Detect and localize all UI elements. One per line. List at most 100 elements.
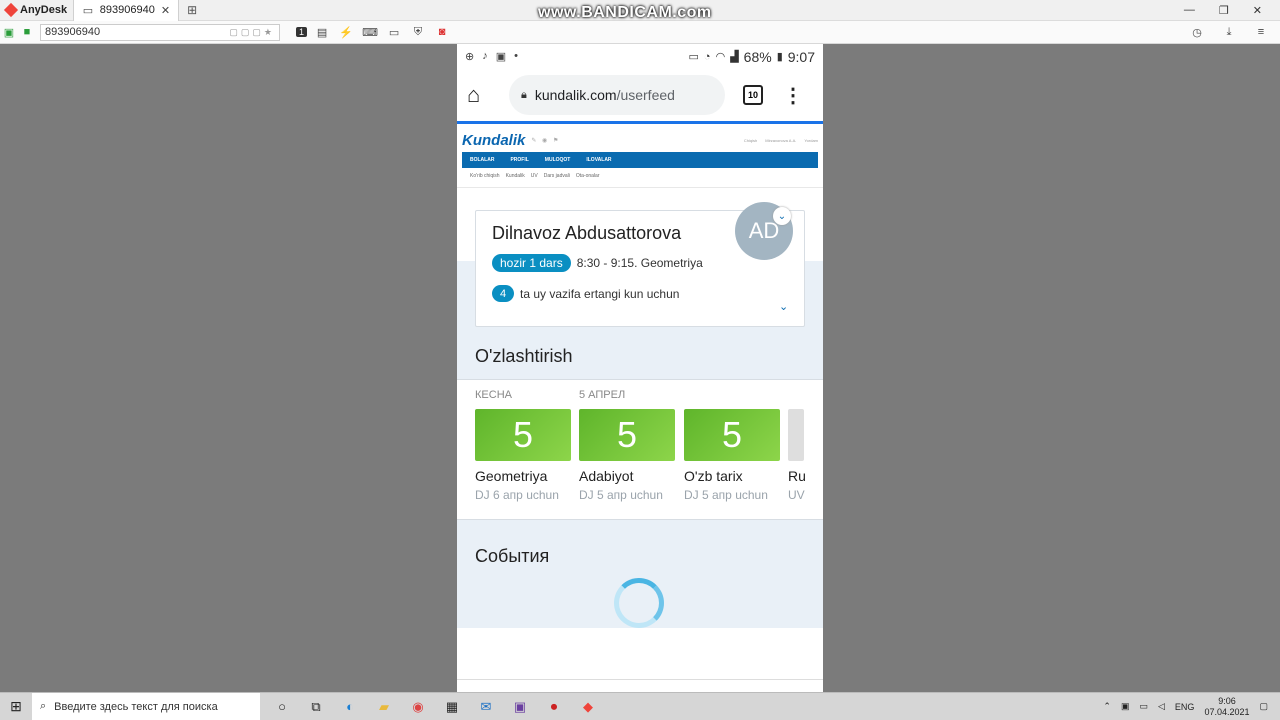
nav-profil[interactable]: PROFIL: [510, 157, 528, 163]
tray-app-icon[interactable]: ▣: [1121, 701, 1130, 712]
mail-icon[interactable]: ✉: [476, 697, 496, 717]
student-card[interactable]: Dilnavoz Abdusattorova AD ⌄ hozir 1 dars…: [475, 202, 805, 327]
monitor-icon: ▭: [82, 4, 94, 17]
search-placeholder: Введите здесь текст для поиска: [54, 700, 218, 713]
anydesk-logo-icon: [3, 2, 19, 18]
grade-tile[interactable]: 5: [684, 409, 780, 461]
subnav-homework[interactable]: UV: [531, 173, 538, 179]
grade-subject: O'zb tarix: [684, 468, 743, 484]
grade-tile[interactable]: [788, 409, 804, 461]
url-bar[interactable]: 🔒︎ kundalik.com/userfeed: [509, 75, 725, 115]
exit-link[interactable]: Chiqish: [744, 138, 757, 143]
wifi-icon: ◠: [715, 51, 726, 63]
grade-tile[interactable]: 5: [475, 409, 571, 461]
tab-switcher-button[interactable]: 10: [743, 85, 763, 105]
windows-start-icon[interactable]: ⊞: [0, 698, 32, 715]
bandicam-watermark: www.BANDICAM.com: [538, 4, 712, 21]
tiktok-icon: ♪: [482, 50, 488, 62]
connection-icon: ▣: [3, 26, 15, 39]
subnav-parents[interactable]: Ota-onalar: [576, 173, 600, 179]
task-view-icon[interactable]: ⧉: [306, 697, 326, 717]
nav-ilovalar[interactable]: ILOVALAR: [586, 157, 611, 163]
browser-toolbar: ⌂ 🔒︎ kundalik.com/userfeed 10 ⋮: [457, 69, 823, 124]
more-notifications-icon: •: [514, 50, 518, 62]
kundalik-header: Kundalik ✎ ◉ ⚑ Chiqish Mirzaxonova A.A. …: [457, 124, 823, 188]
phone-screen: ⊕ ♪ ▣ • ▭ ◔ ◠ ▟ 68% ▮ 9:07 ⌂ 🔒︎ kundalik…: [457, 44, 823, 692]
chrome-icon[interactable]: ◉: [408, 697, 428, 717]
menu-icon[interactable]: ≡: [1252, 23, 1270, 41]
address-actions-icon[interactable]: ▢▢▢★: [229, 27, 279, 38]
toolbar-right: ◷ ⤓ ≡: [1188, 23, 1280, 41]
restore-icon[interactable]: ❐: [1219, 4, 1229, 17]
status-indicators: ▭ ◔ ◠ ▟ 68% ▮ 9:07: [689, 49, 815, 65]
grade-tile[interactable]: 5: [579, 409, 675, 461]
keyboard-icon[interactable]: ⌨: [361, 23, 379, 41]
lesson-text: 8:30 - 9:15. Geometriya: [576, 256, 703, 270]
kundalik-logo[interactable]: Kundalik: [462, 132, 525, 149]
kundalik-user-menu: Chiqish Mirzaxonova A.A. Yordam: [744, 138, 818, 143]
grade-subject: Ru: [788, 468, 806, 484]
store-icon[interactable]: ▦: [442, 697, 462, 717]
help-link[interactable]: Yordam: [804, 138, 818, 143]
android-status-bar: ⊕ ♪ ▣ • ▭ ◔ ◠ ▟ 68% ▮ 9:07: [457, 44, 823, 69]
expand-chevron-icon[interactable]: ⌄: [779, 300, 788, 313]
windows-taskbar: ⊞ ⌕ Введите здесь текст для поиска ○ ⧉ ◐…: [0, 692, 1280, 720]
session-tab-title: 893906940: [99, 4, 155, 16]
lock-icon: 🔒︎: [521, 88, 527, 101]
language-indicator[interactable]: ENG: [1175, 702, 1195, 712]
address-field[interactable]: 893906940 ▢▢▢★: [40, 23, 280, 41]
session-tab[interactable]: ▭ 893906940 ✕: [73, 0, 180, 21]
header-icons: ✎ ◉ ⚑: [531, 137, 561, 144]
notifications-icon[interactable]: ▢: [1259, 701, 1268, 712]
tray-expand-icon[interactable]: ⌃: [1103, 701, 1111, 712]
close-tab-icon[interactable]: ✕: [161, 4, 170, 17]
file-explorer-icon[interactable]: ▰: [374, 697, 394, 717]
chevron-down-icon[interactable]: ⌄: [773, 207, 791, 225]
subnav-schedule[interactable]: Dars jadvali: [544, 173, 570, 179]
close-window-icon[interactable]: ✕: [1253, 4, 1262, 17]
actions-icon[interactable]: ⚡: [337, 23, 355, 41]
current-lesson: hozir 1 dars 8:30 - 9:15. Geometriya: [492, 254, 703, 272]
message-icon: ▣: [495, 51, 507, 63]
minimize-icon[interactable]: —: [1184, 4, 1195, 17]
taskbar-search[interactable]: ⌕ Введите здесь текст для поиска: [32, 692, 260, 720]
home-icon[interactable]: ⌂: [467, 82, 495, 108]
date-label-yesterday: КЕСНА: [475, 389, 512, 401]
anydesk-taskbar-icon[interactable]: ◆: [578, 697, 598, 717]
battery-percent: 68%: [743, 48, 772, 65]
clock-date: 07.04.2021: [1204, 706, 1250, 717]
divider: [457, 679, 823, 680]
subnav-diary[interactable]: Kundalik: [506, 173, 525, 179]
app-name: AnyDesk: [20, 4, 68, 16]
monitor-select[interactable]: 1: [296, 27, 308, 37]
nav-bolalar[interactable]: BOLALAR: [470, 157, 494, 163]
anydesk-logo: AnyDesk: [0, 0, 73, 21]
save-app-icon[interactable]: ▣: [510, 697, 530, 717]
homework-summary: 4 ta uy vazifa ertangi kun uchun: [492, 285, 679, 302]
browser-menu-icon[interactable]: ⋮: [783, 83, 803, 108]
grade-note: DJ 5 апр uchun: [579, 488, 663, 502]
bandicam-icon[interactable]: ⏺: [544, 697, 564, 717]
download-icon[interactable]: ⤓: [1220, 23, 1238, 41]
permissions-icon[interactable]: ⛨: [409, 23, 427, 41]
cortana-icon[interactable]: ○: [272, 697, 292, 717]
grades-carousel[interactable]: КЕСНА 5 АПРЕЛ 5 5 5 Geometriya Adabiyot …: [457, 379, 823, 520]
subnav-review[interactable]: Ko'rib chiqish: [470, 173, 500, 179]
network-icon[interactable]: ▭: [1139, 701, 1148, 712]
chat-icon[interactable]: ▤: [313, 23, 331, 41]
volume-icon[interactable]: ◁: [1158, 701, 1165, 712]
lesson-badge: hozir 1 dars: [492, 254, 571, 272]
edge-icon[interactable]: ◐: [340, 697, 360, 717]
nav-muloqot[interactable]: MULOQOT: [545, 157, 571, 163]
user-name-link[interactable]: Mirzaxonova A.A.: [765, 138, 796, 143]
grade-subject: Adabiyot: [579, 468, 634, 484]
new-tab-icon[interactable]: ⊞: [187, 3, 197, 17]
system-tray: ⌃ ▣ ▭ ◁ ENG 9:06 07.04.2021 ▢: [1103, 696, 1280, 718]
grade-note: UV: [788, 488, 805, 502]
display-icon[interactable]: ▭: [385, 23, 403, 41]
system-clock[interactable]: 9:06 07.04.2021: [1204, 696, 1249, 718]
grade-note: DJ 6 апр uchun: [475, 488, 559, 502]
history-icon[interactable]: ◷: [1188, 23, 1206, 41]
record-icon[interactable]: ◙: [433, 23, 451, 41]
cast-icon: ▭: [688, 51, 699, 63]
